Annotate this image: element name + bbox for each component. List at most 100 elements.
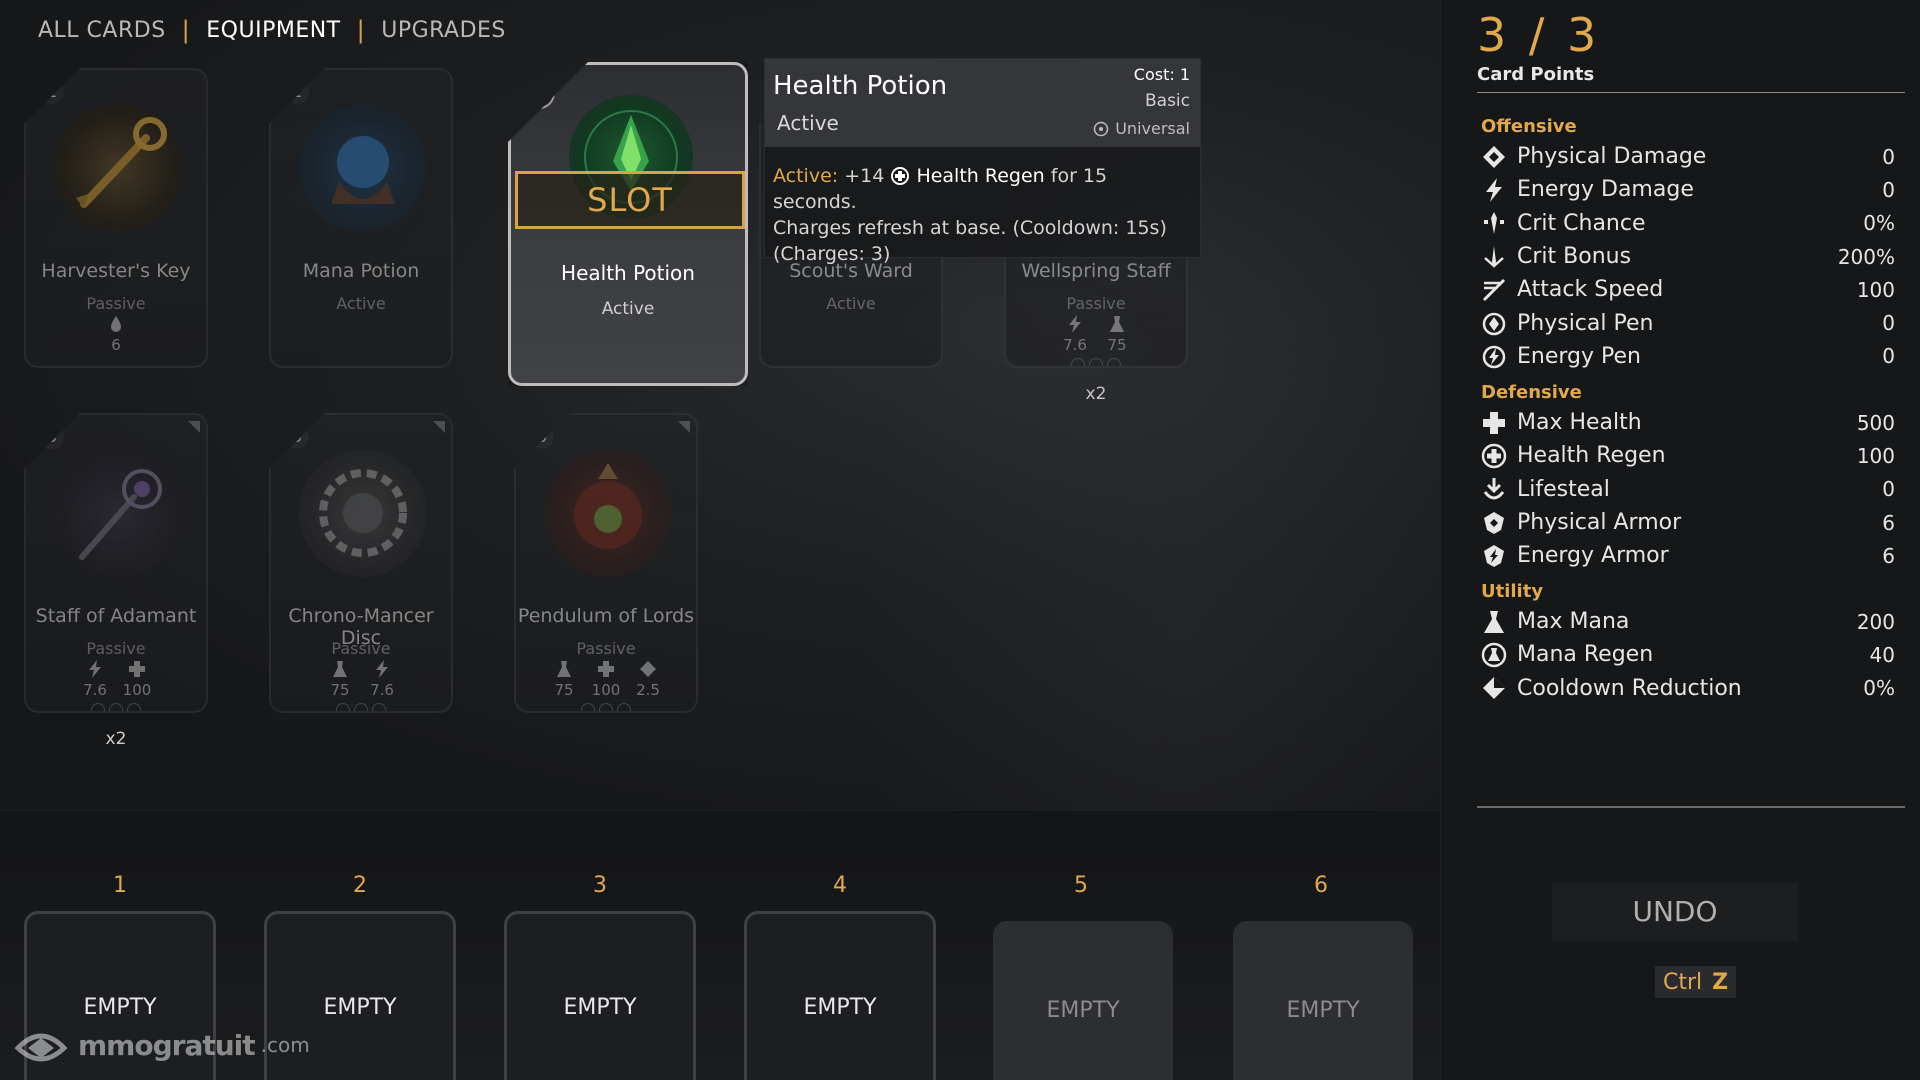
slot-content[interactable]: EMPTY [1233, 921, 1413, 1080]
stat-name: Energy Armor [1517, 543, 1669, 569]
slot-number: 3 [593, 873, 607, 898]
card-stat-value: 7.6 [370, 681, 394, 699]
card-stat-value: 75 [1107, 336, 1127, 354]
stat-row-max-mana: Max Mana 200 [1481, 605, 1901, 638]
card-name: Mana Potion [302, 260, 420, 282]
stat-value: 0 [1882, 344, 1895, 369]
tooltip-header: Health Potion Active Cost: 1 Basic Unive… [765, 59, 1200, 147]
potion-icon [331, 136, 395, 204]
slot-content[interactable]: EMPTY [744, 911, 936, 1080]
stat-group-utility: Utility Max Mana 200 Mana Regen 40 Coold… [1481, 581, 1901, 705]
stat-row-health-regen: Health Regen 100 [1481, 439, 1901, 472]
tooltip-scope: Universal [1093, 119, 1190, 138]
equipment-slot-4[interactable]: 4 EMPTY ACTIVE [744, 863, 936, 1080]
key-icon [76, 117, 167, 208]
card-cost: 1 [523, 77, 555, 109]
card-stat: 75 [324, 659, 356, 699]
card-mana-potion[interactable]: 1 Mana Potion Active [269, 68, 453, 368]
watermark: mmogratuit .com [10, 1018, 310, 1072]
stat-value: 0 [1882, 477, 1895, 502]
stat-value: 6 [1882, 510, 1895, 535]
card-stat: 6 [100, 314, 132, 354]
divider [1477, 806, 1905, 808]
tooltip-description: Active: +14 Health Regen for 15 seconds.… [773, 163, 1193, 267]
harvesters-key-art [54, 104, 182, 232]
stat-row-max-health: Max Health 500 [1481, 406, 1901, 439]
stat-group-title: Defensive [1481, 382, 1582, 403]
stat-name: Health Regen [1517, 443, 1666, 469]
max-mana-icon [557, 661, 571, 677]
card-points-label: Card Points [1477, 64, 1595, 85]
stats-panel: 3 / 3 Card Points Offensive Physical Dam… [1440, 0, 1920, 1080]
stat-name: Max Health [1517, 410, 1642, 436]
stat-name: Cooldown Reduction [1517, 675, 1742, 701]
stat-value: 0 [1882, 144, 1895, 169]
corner-marker [678, 421, 690, 433]
card-points-value: 3 / 3 [1477, 8, 1601, 62]
stat-name: Max Mana [1517, 609, 1630, 635]
cooldown-reduction-icon [1483, 677, 1505, 700]
tab-upgrades[interactable]: UPGRADES [381, 18, 506, 43]
slot-number: 4 [833, 873, 847, 898]
card-stat: 2.5 [632, 659, 664, 699]
slot-content[interactable]: EMPTY [993, 921, 1173, 1080]
card-chrono-mancer-disc[interactable]: 3 Chrono-Mancer Disc Passive 75 7.6 [269, 413, 453, 713]
stat-name: Physical Armor [1517, 510, 1682, 536]
corner-marker [433, 421, 445, 433]
card-pendulum-of-lords[interactable]: 3 Pendulum of Lords Passive 75 100 2.5 [514, 413, 698, 713]
slot-content[interactable]: EMPTY [504, 911, 696, 1080]
stat-value: 0% [1863, 676, 1895, 701]
card-staff-of-adamant[interactable]: 3 Staff of Adamant Passive 7.6 100 [24, 413, 208, 713]
stat-value: 500 [1856, 410, 1895, 435]
card-cost: 1 [40, 80, 64, 104]
stat-group-title: Offensive [1481, 116, 1577, 137]
physical-pen-icon [1482, 312, 1506, 336]
card-type: Active [601, 299, 655, 319]
stat-value: 0 [1882, 177, 1895, 202]
card-wellspring-staff[interactable]: Wellspring Staff Passive 7.6 75 [1004, 68, 1188, 368]
card-stat-value: 2.5 [636, 681, 660, 699]
card-cost: 3 [285, 425, 309, 449]
tab-equipment[interactable]: EQUIPMENT [206, 18, 340, 43]
slot-indicator[interactable]: SLOT [515, 171, 745, 229]
stat-row-mana-regen: Mana Regen 40 [1481, 638, 1901, 671]
max-mana-icon [333, 661, 347, 677]
card-cost: 1 [285, 80, 309, 104]
max-health-icon [1483, 411, 1505, 434]
stat-row-crit-bonus: Crit Bonus 200% [1481, 240, 1901, 273]
pendulum-icon [574, 463, 642, 549]
undo-button[interactable]: UNDO [1552, 883, 1798, 941]
watermark-suffix: .com [260, 1033, 310, 1057]
health-regen-icon [1481, 443, 1507, 469]
card-stat: 7.6 [79, 659, 111, 699]
stat-row-cooldown-reduction: Cooldown Reduction 0% [1481, 672, 1901, 705]
card-harvesters-key[interactable]: 1 Harvester's Key Passive 6 [24, 68, 208, 368]
equipment-slot-5[interactable]: 5 EMPTY PASSIVE [985, 863, 1177, 1080]
tooltip-title: Health Potion [773, 71, 948, 101]
shortcut-modifier: Ctrl [1663, 969, 1703, 995]
max-health-icon [129, 661, 145, 677]
tooltip-duration: for 15 seconds. [773, 165, 1108, 213]
watermark-logo-icon [14, 1033, 68, 1062]
card-health-potion-selected[interactable]: 1 SLOT Health Potion Active [508, 62, 748, 386]
card-stats: 6 [26, 314, 206, 354]
equipment-slot-6[interactable]: 6 EMPTY PASSIVE [1225, 863, 1417, 1080]
mana-potion-art [299, 104, 427, 232]
stat-value: 40 [1869, 642, 1895, 667]
stat-name: Energy Pen [1517, 343, 1641, 369]
physical-armor-icon [1484, 511, 1504, 534]
slot-number: 6 [1314, 873, 1328, 898]
stat-row-physical-damage: Physical Damage 0 [1481, 140, 1901, 173]
chrono-mancer-disc-art [299, 449, 427, 577]
card-pips [26, 703, 206, 711]
slot-number: 5 [1074, 873, 1088, 898]
tooltip-line-2: Charges refresh at base. (Cooldown: 15s) [773, 217, 1167, 239]
card-type: Passive [331, 639, 391, 658]
equipment-slot-3[interactable]: 3 EMPTY ACTIVE [504, 863, 696, 1080]
watermark-brand: mmogratuit [78, 1028, 256, 1062]
tooltip-line-3: (Charges: 3) [773, 243, 891, 265]
slot-number: 1 [113, 873, 127, 898]
card-stat-value: 100 [591, 681, 621, 699]
tab-all-cards[interactable]: ALL CARDS [38, 18, 166, 43]
stat-name: Lifesteal [1517, 476, 1610, 502]
